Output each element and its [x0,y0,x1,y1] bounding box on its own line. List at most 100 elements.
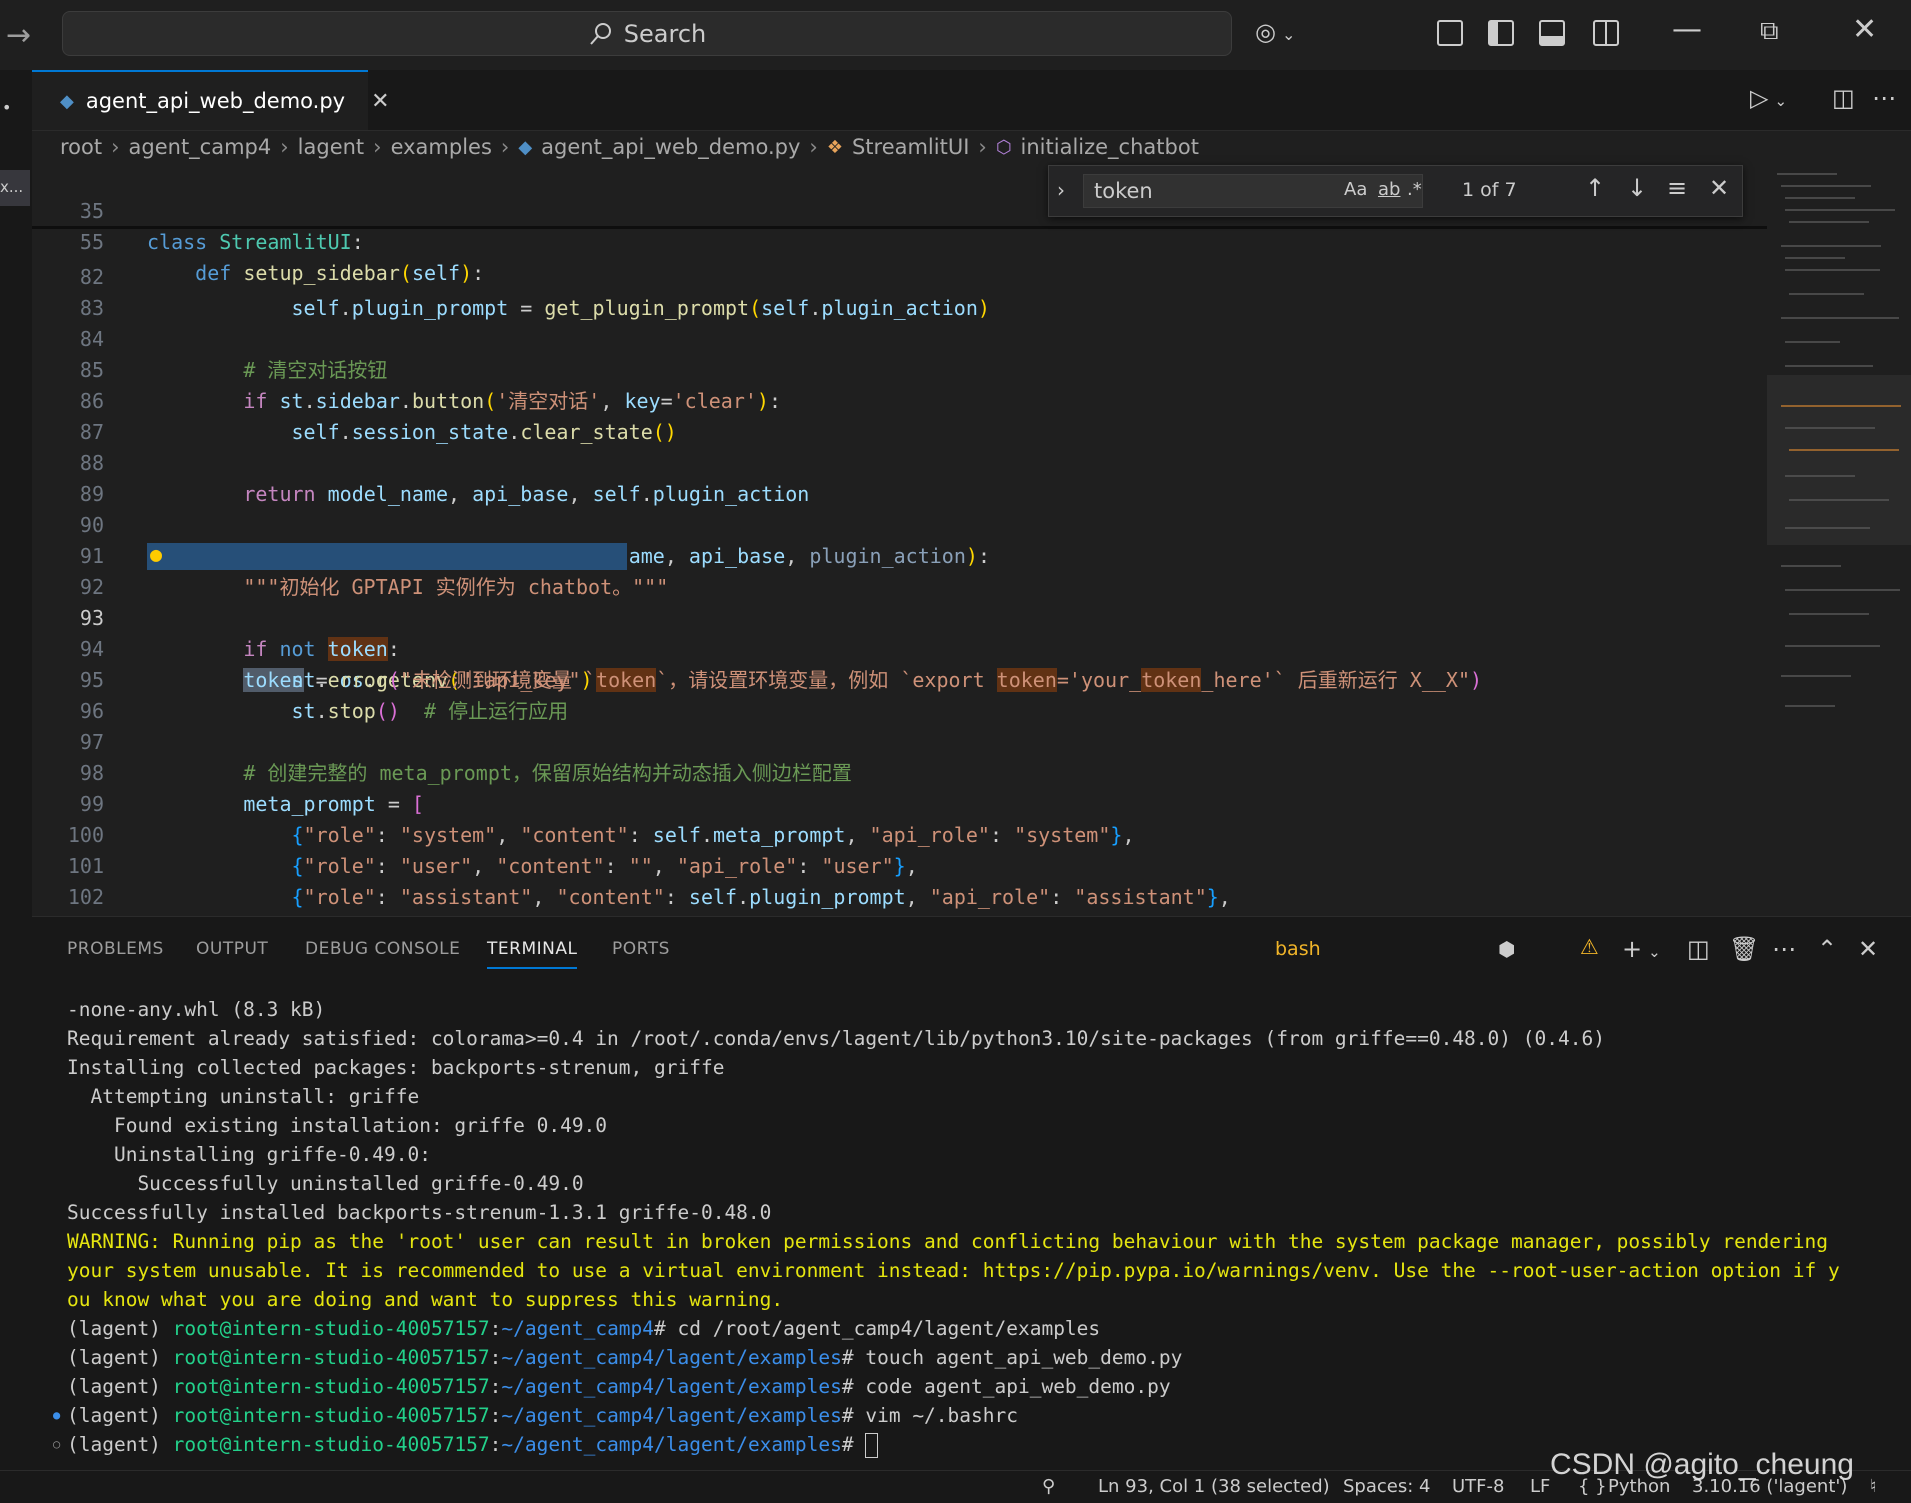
toggle-primary-sidebar-icon[interactable] [1488,20,1514,46]
find-input[interactable]: token Aa ab .* [1083,174,1423,208]
code-line[interactable]: 99 {"role": "system", "content": self.me… [32,758,1767,847]
find-in-selection-icon[interactable]: ≡ [1667,174,1687,202]
terminal-shell-label[interactable]: bash [1275,938,1321,960]
code-line[interactable]: 91 """初始化 GPTAPI 实例作为 chatbot。""" [32,510,1767,599]
code-line-current[interactable]: 93 if not token: [32,572,1767,661]
toggle-panel-icon[interactable] [1539,20,1565,46]
command-center-search[interactable]: Search [62,11,1232,56]
more-actions-icon[interactable]: ⋯ [1772,935,1796,963]
tab-close-icon[interactable]: ✕ [371,89,389,114]
code-line[interactable]: 101 {"role": "assistant", "content": sel… [32,820,1767,909]
terminal-prompt-line: (lagent) root@intern-studio-40057157:~/a… [67,1375,1171,1398]
lightbulb-icon[interactable]: ● [150,539,162,570]
terminal-line: Installing collected packages: backports… [67,1056,725,1079]
tab-label: agent_api_web_demo.py [85,89,346,113]
tab-debug-console[interactable]: DEBUG CONSOLE [305,939,460,959]
use-regex-icon[interactable]: .* [1407,179,1422,200]
notifications-bell-icon[interactable]: ♮ [1870,1476,1876,1497]
warning-icon[interactable]: ⚠ [1580,935,1599,959]
terminal-warning-line: ou know what you are doing and want to s… [67,1288,784,1311]
code-editor[interactable]: 35 class StreamlitUI: 55 def setup_sideb… [32,165,1767,915]
code-line[interactable]: 100 {"role": "user", "content": "", "api… [32,789,1767,878]
chevron-down-icon[interactable]: ⌄ [1282,25,1295,44]
toggle-secondary-sidebar-icon[interactable] [1593,20,1619,46]
tab-agent-api-web-demo[interactable]: ◆ agent_api_web_demo.py ✕ [32,70,390,130]
code-line[interactable]: 83 [32,262,1767,320]
customize-layout-icon[interactable] [1437,20,1463,46]
code-line[interactable]: 87 [32,386,1767,444]
terminal-prompt-line: (lagent) root@intern-studio-40057157:~/a… [67,1317,1101,1340]
activity-stub-label: x... [0,178,24,196]
activity-dot-icon[interactable]: • [2,98,11,117]
split-editor-icon[interactable]: ◫ [1832,84,1855,112]
command-decoration-icon[interactable]: ○ [53,1430,60,1459]
code-line-selected[interactable]: 92 ● token = os.getenv("iapi_key") [32,539,1767,692]
activity-bar: • x... [0,70,32,1470]
code-line[interactable]: 97 # 创建完整的 meta_prompt，保留原始结构并动态插入侧边栏配置 [32,696,1767,785]
end-of-line[interactable]: LF [1530,1476,1550,1497]
breadcrumb: root › agent_camp4 › lagent › examples ›… [60,133,1199,161]
editor-tab-bar: ◆ agent_api_web_demo.py ✕ ▷ ⌄ ◫ ⋯ [32,70,1911,131]
tab-output[interactable]: OUTPUT [196,939,268,959]
breadcrumb-examples[interactable]: examples [391,135,492,159]
breadcrumb-agent-camp4[interactable]: agent_camp4 [129,135,272,159]
new-terminal-icon[interactable]: + ⌄ [1622,935,1661,963]
split-terminal-icon[interactable]: ◫ [1687,935,1710,963]
terminal-output[interactable]: -none-any.whl (8.3 kB) Requirement alrea… [53,995,1907,1471]
next-match-icon[interactable]: ↓ [1627,174,1647,202]
restore-icon[interactable]: ⧉ [1760,16,1779,47]
terminal-shell-icon[interactable]: ⬢ [1498,937,1515,961]
terminal-line: Attempting uninstall: griffe [67,1085,420,1108]
minimap[interactable] [1767,165,1911,915]
code-line[interactable]: 85 if st.sidebar.button('清空对话', key='cle… [32,324,1767,413]
activity-stub[interactable]: x... [0,170,30,206]
code-line[interactable]: 82 self.plugin_prompt = get_plugin_promp… [32,231,1767,320]
code-line[interactable]: 88 return model_name, api_base, self.plu… [32,417,1767,506]
close-find-icon[interactable]: ✕ [1709,174,1729,202]
breadcrumb-method[interactable]: initialize_chatbot [1021,135,1199,159]
code-line[interactable]: 84 # 清空对话按钮 [32,293,1767,382]
cursor-position[interactable]: Ln 93, Col 1 (38 selected) [1098,1476,1330,1497]
code-line[interactable]: 89 [32,448,1767,506]
run-python-file-icon[interactable]: ▷ ⌄ [1750,84,1787,112]
zoom-search-icon[interactable]: ⚲ [1042,1476,1055,1497]
indentation[interactable]: Spaces: 4 [1343,1476,1430,1497]
command-decoration-icon[interactable]: ● [53,1401,60,1430]
previous-match-icon[interactable]: ↑ [1585,174,1605,202]
breadcrumb-root[interactable]: root [60,135,102,159]
copilot-icon[interactable]: ◎ ⌄ [1255,18,1295,46]
tab-ports[interactable]: PORTS [612,939,670,959]
breadcrumb-lagent[interactable]: lagent [298,135,365,159]
code-line[interactable]: 98 meta_prompt = [ [32,727,1767,816]
tab-terminal[interactable]: TERMINAL [487,939,578,969]
minimize-icon[interactable]: — [1672,12,1702,47]
match-whole-word-icon[interactable]: ab [1378,179,1400,200]
match-count: 1 of 7 [1462,179,1517,201]
search-placeholder: Search [623,19,707,48]
code-line[interactable]: 90 def initialize_chatbot(self, model_na… [32,479,1767,568]
chevron-right-icon: › [280,135,289,159]
code-line[interactable]: 96 [32,665,1767,723]
more-actions-icon[interactable]: ⋯ [1872,84,1896,112]
back-arrow-icon[interactable]: → [6,18,31,53]
terminal-cursor [865,1433,879,1458]
terminal-warning-line: WARNING: Running pip as the 'root' user … [67,1230,1828,1253]
code-line[interactable]: 102 {"role": "environment", "content": "… [32,851,1767,909]
maximize-panel-icon[interactable]: ⌃ [1817,935,1837,963]
code-line[interactable]: 94 st.error("未检测到环境变量 `token`，请设置环境变量，例如… [32,603,1767,692]
kill-terminal-icon[interactable]: 🗑 [1729,935,1759,963]
breadcrumb-class[interactable]: StreamlitUI [852,135,969,159]
code-line[interactable]: 95 st.stop() # 停止运行应用 [32,634,1767,723]
match-case-icon[interactable]: Aa [1344,179,1367,200]
close-icon[interactable]: ✕ [1852,12,1877,47]
breadcrumb-file[interactable]: agent_api_web_demo.py [541,135,800,159]
encoding[interactable]: UTF-8 [1452,1476,1504,1497]
minimap-slider[interactable] [1767,375,1911,545]
code-line[interactable]: 103 ] [32,882,1767,913]
close-panel-icon[interactable]: ✕ [1858,935,1878,963]
python-file-icon: ◆ [60,90,74,112]
terminal-prompt-line: ○ (lagent) root@intern-studio-40057157:~/… [53,1430,879,1459]
code-line[interactable]: 86 self.session_state.clear_state() [32,355,1767,444]
toggle-replace-chevron-icon[interactable]: › [1057,178,1065,202]
tab-problems[interactable]: PROBLEMS [67,939,164,959]
